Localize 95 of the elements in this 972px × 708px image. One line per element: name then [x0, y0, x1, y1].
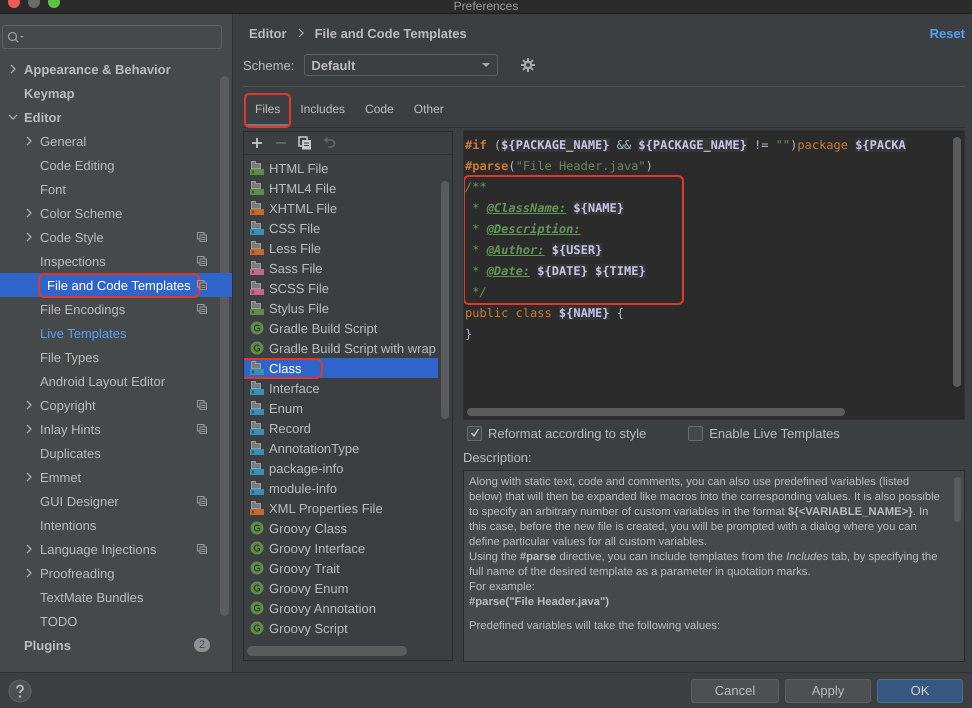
- code-line: */: [471, 284, 488, 301]
- sidebar-item[interactable]: TextMate Bundles: [0, 585, 232, 609]
- sidebar-item[interactable]: TODO: [0, 609, 232, 633]
- tab[interactable]: Code: [355, 94, 404, 127]
- sidebar-item[interactable]: File and Code Templates: [0, 273, 232, 297]
- template-item[interactable]: Groovy Trait: [244, 558, 438, 578]
- description-text: Predefined variables will take the following values:: [469, 619, 722, 634]
- template-item[interactable]: HTML File: [244, 158, 438, 178]
- dropdown-arrow-icon: [481, 62, 492, 68]
- template-item[interactable]: Groovy Annotation: [244, 598, 438, 618]
- template-item[interactable]: Groovy Script: [244, 618, 438, 638]
- checkbox[interactable]: Enable Live Templates: [688, 426, 840, 440]
- code-line: * @Author: ${USER}: [471, 242, 604, 259]
- breadcrumb-item: File and Code Templates: [314, 26, 467, 40]
- help-icon[interactable]: [8, 678, 32, 702]
- code-line: * @ClassName: ${NAME}: [471, 200, 625, 217]
- template-item[interactable]: SCSS File: [244, 278, 438, 298]
- check-icon: [470, 428, 480, 438]
- scrollbar[interactable]: [467, 408, 845, 416]
- scrollbar[interactable]: [247, 646, 407, 656]
- code-line: * @Description:: [471, 221, 582, 238]
- scrollbar[interactable]: [220, 76, 229, 616]
- search-field[interactable]: [2, 25, 222, 49]
- sidebar-item[interactable]: Code Editing: [0, 153, 232, 177]
- template-item[interactable]: Groovy Interface: [244, 538, 438, 558]
- template-item[interactable]: Interface: [244, 378, 438, 398]
- sidebar-item[interactable]: Duplicates: [0, 441, 232, 465]
- copy-icon[interactable]: [298, 136, 312, 150]
- dialog-button[interactable]: Apply: [785, 678, 871, 702]
- sidebar-item[interactable]: Font: [0, 177, 232, 201]
- window-title: Preferences: [454, 0, 518, 13]
- template-item[interactable]: Groovy Enum: [244, 578, 438, 598]
- sidebar-item[interactable]: Android Layout Editor: [0, 369, 232, 393]
- code-editor[interactable]: [463, 130, 965, 420]
- template-item[interactable]: Enum: [244, 398, 438, 418]
- tab[interactable]: Includes: [290, 94, 356, 127]
- code-line: * @Date: ${DATE} ${TIME}: [471, 263, 647, 280]
- sidebar-item[interactable]: Inlay Hints: [0, 417, 232, 441]
- breadcrumb-item[interactable]: Editor: [249, 26, 287, 40]
- scrollbar[interactable]: [953, 137, 961, 387]
- sidebar-item[interactable]: Inspections: [0, 249, 232, 273]
- sidebar-item[interactable]: Plugins 2: [0, 633, 232, 657]
- template-item[interactable]: Groovy Class: [244, 518, 438, 538]
- template-item[interactable]: AnnotationType: [244, 438, 438, 458]
- code-line: #parse("File Header.java"): [465, 158, 654, 175]
- sidebar-item[interactable]: Live Templates: [0, 321, 232, 345]
- tab[interactable]: Other: [404, 94, 454, 127]
- template-item[interactable]: Sass File: [244, 258, 438, 278]
- template-item[interactable]: Stylus File: [244, 298, 438, 318]
- sidebar-item[interactable]: File Encodings: [0, 297, 232, 321]
- description-text: Using the #parse directive, you can include templates from the Includes tab, by specifying the full name of the desired template as a parameter in quotation marks.: [469, 550, 938, 580]
- sidebar-item[interactable]: File Types: [0, 345, 232, 369]
- dialog-button[interactable]: Cancel: [691, 678, 779, 702]
- search-icon: [7, 31, 25, 43]
- scrollbar[interactable]: [441, 181, 449, 419]
- description-text: For example:: [469, 580, 536, 595]
- template-item[interactable]: Gradle Build Script: [244, 318, 438, 338]
- checkbox[interactable]: Reformat according to style: [467, 426, 646, 440]
- template-item[interactable]: Class: [244, 358, 438, 378]
- sidebar-item[interactable]: Intentions: [0, 513, 232, 537]
- sidebar-item[interactable]: Language Injections: [0, 537, 232, 561]
- sidebar-item[interactable]: Copyright: [0, 393, 232, 417]
- template-item[interactable]: HTML4 File: [244, 178, 438, 198]
- template-item[interactable]: Less File: [244, 238, 438, 258]
- template-item[interactable]: Record: [244, 418, 438, 438]
- description-text: Along with static text, code and comments, you can also use predefined variables (listed below) that will then be expanded like macros into the corresponding values. It is also possible to specify an arbitrary number of custom variables in the format ${<VARIABLE_NAME>}. In this case, before the new file is created, you will be prompted with a dialog where you can define particular values for all custom variables.: [469, 475, 941, 550]
- sidebar-item[interactable]: Keymap: [0, 81, 232, 105]
- add-icon[interactable]: [250, 136, 264, 150]
- sidebar-item[interactable]: Proofreading: [0, 561, 232, 585]
- template-item[interactable]: package-info: [244, 458, 438, 478]
- sidebar-item[interactable]: Code Style: [0, 225, 232, 249]
- code-line: #if (${PACKAGE_NAME} && ${PACKAGE_NAME} != "")package ${PACKA: [465, 137, 907, 154]
- sidebar-item[interactable]: Editor: [0, 105, 232, 129]
- code-line: }: [465, 326, 474, 343]
- description-text: #parse("File Header.java"): [469, 595, 610, 610]
- sidebar-item[interactable]: Color Scheme: [0, 201, 232, 225]
- scheme-label: Scheme:: [243, 58, 294, 72]
- reset-link[interactable]: Reset: [930, 26, 965, 40]
- tab[interactable]: Files: [245, 94, 290, 127]
- sidebar-item[interactable]: Appearance & Behavior: [0, 57, 232, 81]
- code-line: /**: [465, 179, 488, 196]
- scheme-dropdown[interactable]: Default: [304, 54, 498, 76]
- settings-icon[interactable]: [520, 57, 536, 73]
- sidebar-item[interactable]: Emmet: [0, 465, 232, 489]
- description-label: Description:: [463, 450, 533, 465]
- count-badge: 2: [194, 638, 210, 652]
- template-item[interactable]: CSS File: [244, 218, 438, 238]
- sidebar-item[interactable]: General: [0, 129, 232, 153]
- dialog-button[interactable]: OK: [877, 678, 963, 702]
- template-item[interactable]: XML Properties File: [244, 498, 438, 518]
- template-item[interactable]: Gradle Build Script with wrap: [244, 338, 438, 358]
- template-item[interactable]: module-info: [244, 478, 438, 498]
- sidebar-item[interactable]: GUI Designer: [0, 489, 232, 513]
- code-line: public class ${NAME} {: [465, 305, 625, 322]
- template-item[interactable]: XHTML File: [244, 198, 438, 218]
